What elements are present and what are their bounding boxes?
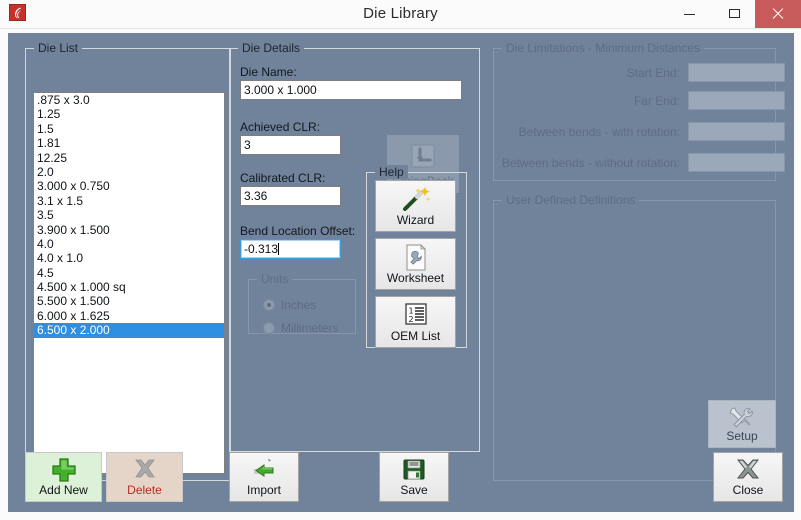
oem-list-button[interactable]: 1 2 OEM List (375, 296, 456, 348)
calibrated-clr-label: Calibrated CLR: (240, 171, 325, 185)
x-icon (132, 458, 158, 482)
between-bends-with-rotation-input (688, 122, 785, 141)
floppy-disk-icon (401, 458, 427, 483)
help-group-label: Help (375, 165, 408, 179)
client-area: Die List .875 x 3.01.251.51.8112.252.03.… (8, 33, 794, 512)
close-button[interactable]: Close (713, 452, 783, 502)
bend-location-offset-label: Bend Location Offset: (240, 224, 355, 238)
die-list-item[interactable]: 6.500 x 2.000 (34, 323, 224, 337)
far-end-label: Far End: (500, 94, 680, 108)
die-list-item[interactable]: 6.000 x 1.625 (34, 309, 224, 323)
save-label: Save (380, 484, 448, 497)
die-limitations-group-label: Die Limitations - Minimum Distances (502, 41, 704, 55)
die-list-item[interactable]: 2.0 (34, 165, 224, 179)
die-list-item[interactable]: 5.500 x 1.500 (34, 294, 224, 308)
die-list-item[interactable]: 1.25 (34, 107, 224, 121)
numbered-list-icon: 1 2 (402, 302, 430, 328)
title-bar: Die Library (0, 0, 801, 29)
between-bends-without-rotation-input (688, 153, 785, 172)
delete-button: Delete (106, 452, 183, 502)
die-list-item[interactable]: 1.81 (34, 136, 224, 150)
maximize-button[interactable] (711, 0, 756, 28)
die-list-item[interactable]: 4.0 (34, 237, 224, 251)
die-name-label: Die Name: (240, 65, 297, 79)
setup-label: Setup (709, 430, 775, 443)
die-list-item[interactable]: .875 x 3.0 (34, 93, 224, 107)
import-arrow-icon (248, 457, 280, 483)
minimize-button[interactable] (666, 0, 711, 28)
text-caret (278, 243, 279, 255)
units-inches-label: Inches (281, 298, 316, 312)
die-list-item[interactable]: 12.25 (34, 151, 224, 165)
die-list-item[interactable]: 4.500 x 1.000 sq (34, 280, 224, 294)
close-window-button[interactable] (755, 0, 801, 28)
die-list-item[interactable]: 3.000 x 0.750 (34, 179, 224, 193)
delete-label: Delete (107, 484, 182, 497)
calibrated-clr-input[interactable]: 3.36 (240, 186, 341, 206)
start-end-input (688, 63, 785, 82)
svg-text:2: 2 (408, 315, 413, 324)
units-millimeters-label: Millimeters (281, 321, 338, 335)
between-bends-without-rotation-label: Between bends - without rotation: (500, 156, 680, 170)
die-list-item[interactable]: 4.5 (34, 266, 224, 280)
die-list-item[interactable]: 3.5 (34, 208, 224, 222)
add-new-label: Add New (26, 484, 101, 497)
units-group-label: Units (257, 272, 292, 286)
add-new-button[interactable]: Add New (25, 452, 102, 502)
maximize-icon (729, 9, 740, 18)
die-list-item[interactable]: 3.1 x 1.5 (34, 194, 224, 208)
achieved-clr-label: Achieved CLR: (240, 120, 320, 134)
far-end-input (688, 91, 785, 110)
save-button[interactable]: Save (379, 452, 449, 502)
radio-dot-icon (263, 322, 275, 334)
die-list-listbox[interactable]: .875 x 3.01.251.51.8112.252.03.000 x 0.7… (33, 92, 225, 474)
die-list-item[interactable]: 1.5 (34, 122, 224, 136)
worksheet-label: Worksheet (376, 272, 455, 285)
magic-wand-icon (401, 186, 431, 212)
bend-location-offset-input[interactable]: -0.313 (240, 239, 341, 259)
tools-icon (728, 406, 756, 431)
import-button[interactable]: Import (229, 452, 299, 502)
start-end-label: Start End: (500, 66, 680, 80)
bend-location-offset-value: -0.313 (244, 242, 278, 256)
minimize-icon (684, 14, 695, 15)
setup-button: Setup (708, 400, 776, 448)
between-bends-with-rotation-label: Between bends - with rotation: (500, 125, 680, 139)
wizard-label: Wizard (376, 214, 455, 227)
die-list-group-label: Die List (34, 41, 82, 55)
import-label: Import (230, 484, 298, 497)
die-list-item[interactable]: 4.0 x 1.0 (34, 251, 224, 265)
oem-list-label: OEM List (376, 330, 455, 343)
x-close-icon (734, 458, 762, 482)
die-name-input[interactable]: 3.000 x 1.000 (240, 80, 462, 100)
user-defined-group-label: User Defined Definitions (502, 193, 639, 207)
achieved-clr-input[interactable]: 3 (240, 135, 341, 155)
die-list-item[interactable]: 3.900 x 1.500 (34, 223, 224, 237)
close-label: Close (714, 484, 782, 497)
radio-dot-icon (263, 299, 275, 311)
wizard-button[interactable]: Wizard (375, 180, 456, 232)
close-icon (771, 7, 785, 21)
plus-icon (50, 457, 78, 483)
worksheet-button[interactable]: Worksheet (375, 238, 456, 290)
die-library-window: Die Library Die List .875 x 3.01.251.51.… (0, 0, 801, 520)
worksheet-wrench-icon (403, 244, 429, 272)
die-details-group-label: Die Details (238, 41, 304, 55)
